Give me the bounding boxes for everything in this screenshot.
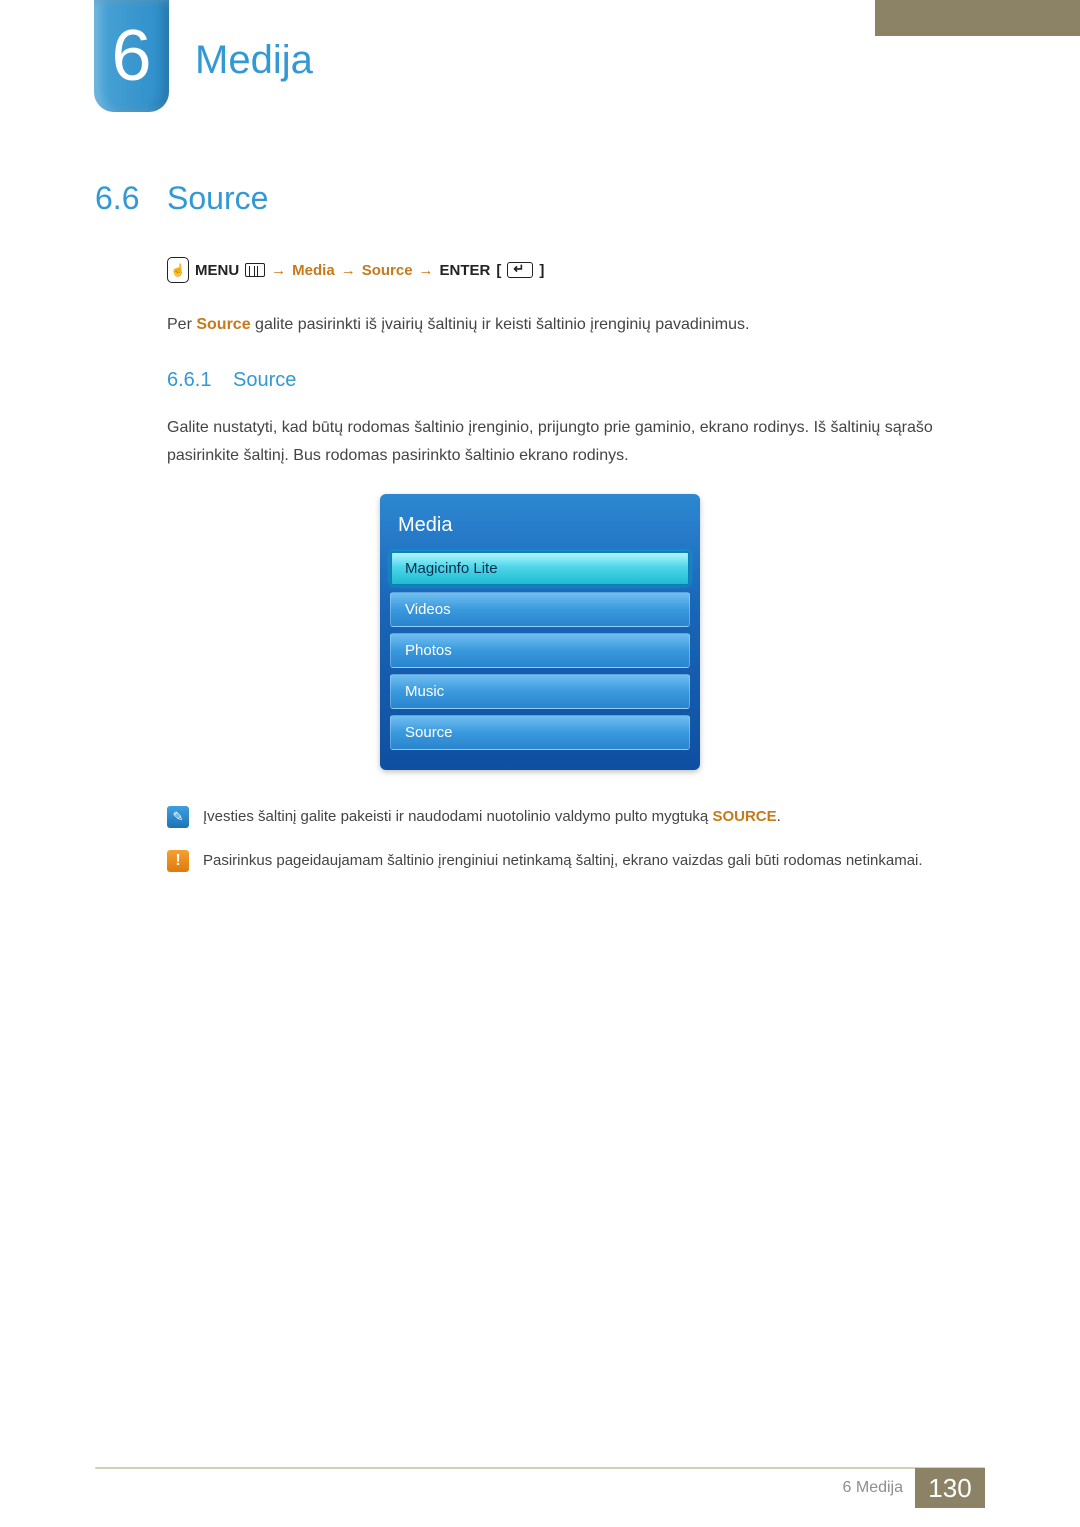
osd-item-photos: Photos [390,633,690,668]
intro-highlight: Source [196,316,250,333]
arrow-icon: → [341,262,356,279]
intro-paragraph: Per Source galite pasirinkti iš įvairių … [167,311,985,339]
arrow-icon: → [271,262,286,279]
chapter-number-tab: 6 [94,0,169,112]
intro-post: galite pasirinkti iš įvairių šaltinių ir… [251,316,750,333]
chapter-number: 6 [111,15,151,97]
hand-icon: ☝ [167,257,189,283]
bracket-open: [ [496,262,501,279]
footer-chapter-label: 6 Medija [843,1479,903,1497]
osd-title: Media [390,504,690,551]
section-title: Source [167,180,268,217]
osd-item-magicinfo: Magicinfo Lite [390,551,690,586]
osd-item-label: Magicinfo Lite [405,560,498,577]
chapter-title: Medija [195,38,313,83]
page-content: 6.6 Source ☝ MENU → Media → Source → ENT… [95,180,985,891]
footer-right: 6 Medija 130 [843,1469,1080,1507]
osd-screenshot-wrap: Media Magicinfo Lite Videos Photos Music… [95,494,985,770]
page-number-badge: 130 [915,1468,985,1508]
warning-note: Pasirinkus pageidaujamam šaltinio įrengi… [167,848,985,874]
info-highlight: SOURCE [712,808,776,825]
enter-key-icon [507,262,533,278]
pencil-note-icon [167,806,189,828]
osd-item-label: Photos [405,642,452,659]
breadcrumb: ☝ MENU → Media → Source → ENTER [] [167,257,985,283]
osd-item-videos: Videos [390,592,690,627]
subsection-heading: 6.6.1 Source [167,369,985,392]
warning-icon [167,850,189,872]
osd-item-label: Source [405,724,453,741]
osd-menu: Media Magicinfo Lite Videos Photos Music… [380,494,700,770]
top-accent-band [875,0,1080,36]
breadcrumb-item-source: Source [362,262,413,279]
info-note: Įvesties šaltinį galite pakeisti ir naud… [167,804,985,830]
info-post: . [777,808,781,825]
subsection-number: 6.6.1 [167,369,233,392]
intro-pre: Per [167,316,196,333]
breadcrumb-enter: ENTER [440,262,491,279]
body-paragraph: Galite nustatyti, kad būtų rodomas šalti… [167,414,985,470]
arrow-icon: → [419,262,434,279]
menu-grid-icon [245,263,265,277]
osd-item-label: Music [405,683,444,700]
info-note-text: Įvesties šaltinį galite pakeisti ir naud… [203,804,781,830]
page-footer: 6 Medija 130 [0,1467,1080,1527]
subsection-title: Source [233,369,296,392]
osd-item-source: Source [390,715,690,750]
osd-item-music: Music [390,674,690,709]
info-pre: Įvesties šaltinį galite pakeisti ir naud… [203,808,712,825]
breadcrumb-menu: MENU [195,262,239,279]
section-heading: 6.6 Source [95,180,985,217]
osd-item-label: Videos [405,601,451,618]
section-number: 6.6 [95,180,167,217]
breadcrumb-item-media: Media [292,262,335,279]
warning-note-text: Pasirinkus pageidaujamam šaltinio įrengi… [203,848,923,874]
bracket-close: ] [539,262,544,279]
